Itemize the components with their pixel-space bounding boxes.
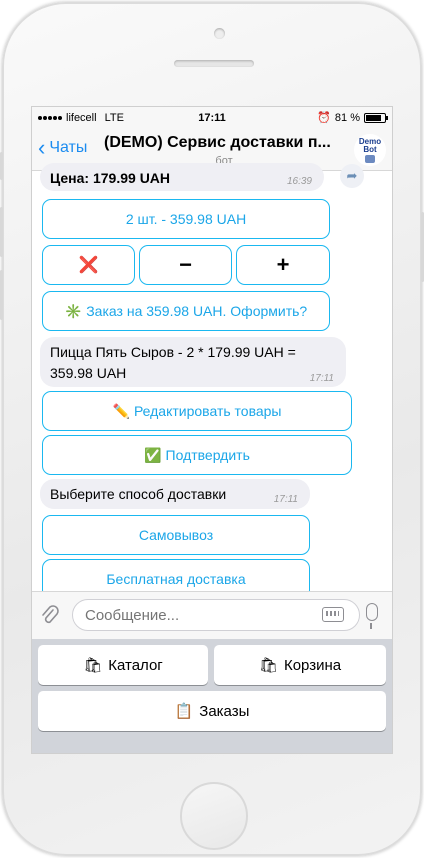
robot-icon xyxy=(365,154,375,163)
catalog-button[interactable]: 🛍 Каталог xyxy=(38,645,208,685)
confirm-label: Подтвердить xyxy=(165,447,250,463)
message-text: Выберите способ доставки xyxy=(50,486,227,502)
message-list[interactable]: Цена: 179.99 UAH 16:39 ➦ 2 шт. - 359.98 … xyxy=(32,163,392,599)
orders-button[interactable]: 📋 Заказы xyxy=(38,691,386,731)
remove-icon: ❌ xyxy=(78,257,99,274)
catalog-label: Каталог xyxy=(108,656,163,674)
message-order-summary: Пицца Пять Сыров - 2 * 179.99 UAH = 359.… xyxy=(40,337,346,387)
message-time: 17:11 xyxy=(309,373,334,384)
pickup-label: Самовывоз xyxy=(138,527,214,543)
back-button[interactable]: ‹ Чаты xyxy=(38,135,88,160)
bot-keyboard-icon[interactable] xyxy=(322,607,344,622)
check-icon: ✅ xyxy=(144,446,162,463)
message-delivery-prompt: Выберите способ доставки 17:11 xyxy=(40,479,310,509)
front-camera xyxy=(214,28,225,39)
screen: lifecell LTE 17:11 ⏰ 81 % ‹ Чаты (DEMO) … xyxy=(31,106,393,754)
share-icon[interactable]: ➦ xyxy=(340,164,364,188)
checkout-button[interactable]: ✳️ Заказ на 359.98 UAH. Оформить? xyxy=(42,291,330,331)
home-button[interactable] xyxy=(180,782,248,850)
status-right: ⏰ 81 % xyxy=(317,111,388,124)
reply-keyboard: 🛍 Каталог 🛍 Корзина 📋 Заказы xyxy=(32,639,392,753)
chevron-left-icon: ‹ xyxy=(38,135,46,160)
message-input-bar xyxy=(32,591,392,639)
pickup-button[interactable]: Самовывоз xyxy=(42,515,310,555)
message-text: Пицца Пять Сыров - 2 * 179.99 UAH = 359.… xyxy=(50,344,296,381)
quantity-label: 2 шт. - 359.98 UAH xyxy=(125,211,247,227)
cart-button[interactable]: 🛍 Корзина xyxy=(214,645,386,685)
chat-title[interactable]: (DEMO) Сервис доставки п... xyxy=(104,134,344,152)
volume-up-button xyxy=(0,207,3,257)
edit-items-label: Редактировать товары xyxy=(133,403,282,419)
alarm-icon: ⏰ xyxy=(317,112,331,124)
earpiece-speaker xyxy=(174,60,254,67)
clipboard-icon: 📋 xyxy=(174,703,194,720)
message-input[interactable] xyxy=(72,599,360,631)
quantity-button[interactable]: 2 шт. - 359.98 UAH xyxy=(42,199,330,239)
minus-icon: − xyxy=(179,252,192,277)
bot-avatar[interactable]: Demo Bot xyxy=(354,134,386,166)
back-label: Чаты xyxy=(49,139,88,156)
status-bar: lifecell LTE 17:11 ⏰ 81 % xyxy=(32,107,392,129)
orders-label: Заказы xyxy=(199,702,250,720)
free-delivery-label: Бесплатная доставка xyxy=(106,571,246,587)
checkout-label: Заказ на 359.98 UAH. Оформить? xyxy=(86,303,308,319)
mute-switch xyxy=(0,152,3,180)
battery-icon xyxy=(364,112,388,123)
microphone-icon[interactable] xyxy=(366,603,378,629)
decrease-quantity-button[interactable]: − xyxy=(139,245,232,285)
asterisk-icon: ✳️ xyxy=(64,302,83,319)
edit-items-button[interactable]: ✏️ Редактировать товары xyxy=(42,391,352,431)
plus-icon: + xyxy=(276,252,290,277)
increase-quantity-button[interactable]: + xyxy=(236,245,330,285)
remove-item-button[interactable]: ❌ xyxy=(42,245,135,285)
avatar-text: Demo Bot xyxy=(358,136,382,154)
battery-fill xyxy=(366,114,381,121)
message-time: 16:39 xyxy=(286,176,312,187)
attach-icon[interactable] xyxy=(40,605,62,627)
shopping-bags-icon: 🛍 xyxy=(258,657,278,674)
cart-label: Корзина xyxy=(283,656,342,674)
pencil-icon: ✏️ xyxy=(112,402,130,419)
volume-down-button xyxy=(0,270,3,320)
battery-label: 81 % xyxy=(334,111,360,124)
message-text: Цена: 179.99 UAH xyxy=(50,170,171,186)
shopping-bags-icon: 🛍 xyxy=(83,657,103,674)
confirm-button[interactable]: ✅ Подтвердить xyxy=(42,435,352,475)
message-time: 17:11 xyxy=(273,494,298,505)
message-price: Цена: 179.99 UAH 16:39 xyxy=(40,163,324,191)
